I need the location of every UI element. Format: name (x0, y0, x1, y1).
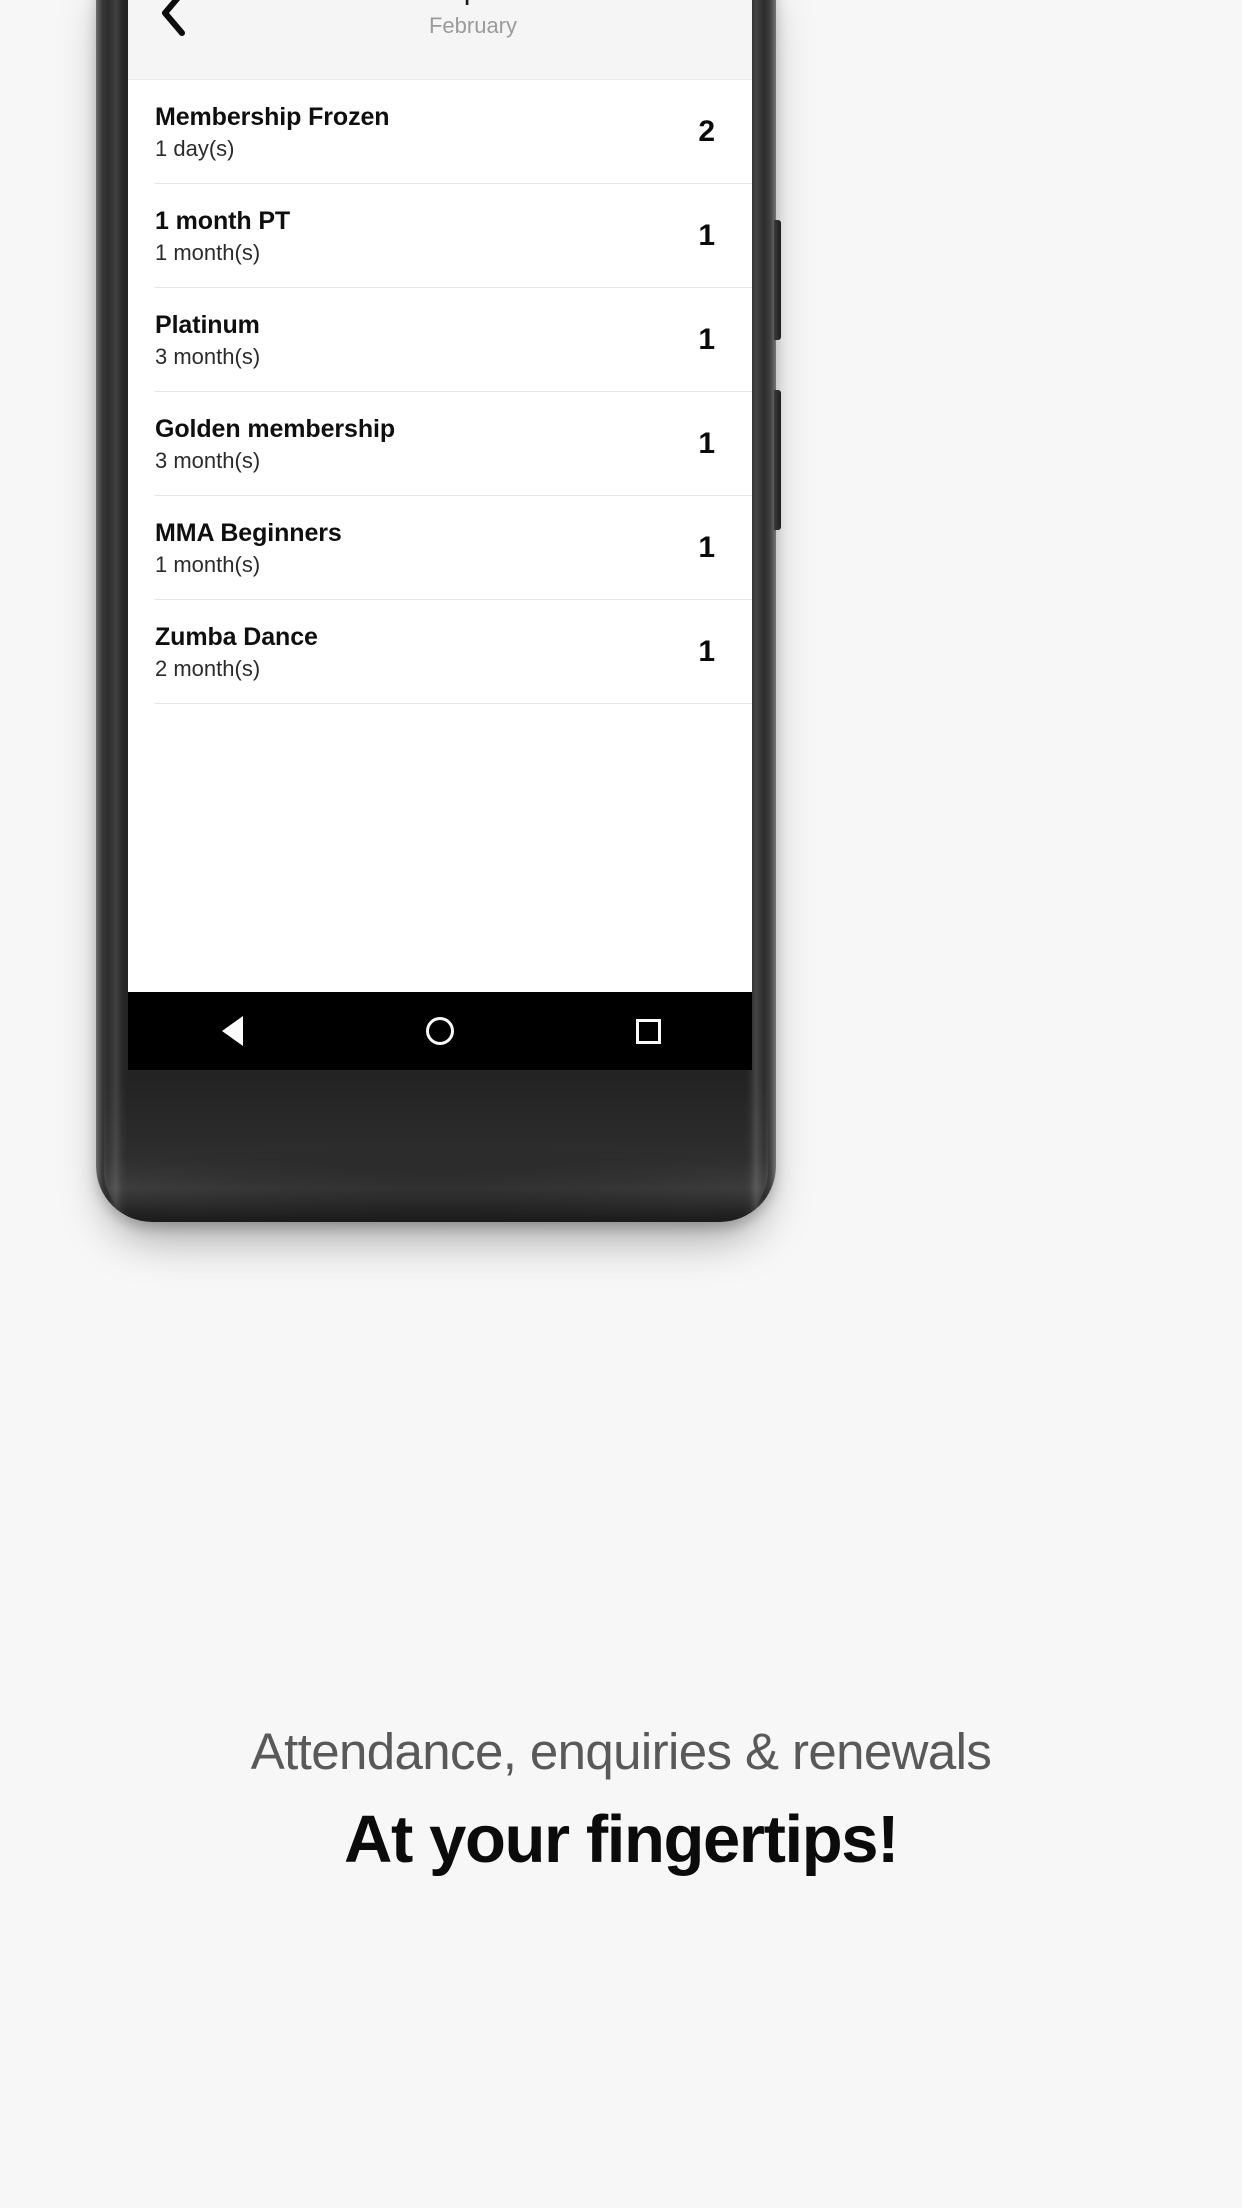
membership-count: 1 (698, 427, 715, 460)
row-text: Platinum 3 month(s) (155, 310, 260, 371)
tagline-primary: Attendance, enquiries & renewals (250, 1723, 992, 1780)
row-text: Golden membership 3 month(s) (155, 414, 395, 475)
header-titles: Memberships Renewed February (214, 0, 732, 41)
table-row[interactable]: Golden membership 3 month(s) 1 (128, 392, 752, 496)
power-button[interactable] (774, 390, 781, 530)
back-button[interactable] (140, 0, 206, 48)
membership-name: 1 month PT (155, 206, 291, 235)
page-subtitle: February (428, 13, 518, 38)
square-recents-icon (635, 1018, 661, 1044)
membership-name: Golden membership (155, 414, 396, 443)
membership-duration: 1 day(s) (155, 135, 235, 161)
membership-duration: 1 month(s) (155, 239, 261, 265)
membership-duration: 1 month(s) (155, 551, 261, 577)
circle-home-icon (426, 1017, 454, 1045)
membership-duration: 2 month(s) (155, 655, 261, 681)
membership-duration: 3 month(s) (155, 447, 261, 473)
membership-count: 1 (698, 323, 715, 356)
table-row[interactable]: 1 month PT 1 month(s) 1 (128, 184, 752, 288)
tagline-secondary: At your fingertips! (343, 1802, 899, 1877)
phone-drop-shadow (120, 1160, 760, 1220)
memberships-list: Membership Frozen 1 day(s) 2 1 month PT … (128, 80, 752, 704)
membership-name: Platinum (155, 310, 260, 339)
android-nav-bar (128, 992, 752, 1070)
membership-name: MMA Beginners (155, 518, 342, 547)
triangle-back-icon (221, 1016, 243, 1046)
row-text: MMA Beginners 1 month(s) (155, 518, 342, 579)
membership-duration: 3 month(s) (155, 343, 261, 369)
membership-count: 2 (698, 115, 715, 148)
nav-recents-button[interactable] (603, 992, 693, 1070)
volume-button[interactable] (774, 220, 781, 340)
phone-mockup: Memberships Renewed February Membership … (96, 0, 781, 1222)
phone-screen: Memberships Renewed February Membership … (128, 0, 752, 1070)
membership-count: 1 (698, 531, 715, 564)
membership-count: 1 (698, 635, 715, 668)
page-title: Memberships Renewed (214, 0, 732, 10)
membership-name: Zumba Dance (155, 622, 318, 651)
row-text: 1 month PT 1 month(s) (155, 206, 290, 267)
membership-count: 1 (698, 219, 715, 252)
chevron-left-icon (160, 0, 186, 36)
nav-home-button[interactable] (395, 992, 485, 1070)
app-header: Memberships Renewed February (128, 0, 752, 80)
table-row[interactable]: Platinum 3 month(s) 1 (128, 288, 752, 392)
membership-name: Membership Frozen (155, 102, 390, 131)
row-text: Membership Frozen 1 day(s) (155, 102, 390, 163)
screenshot-canvas: Memberships Renewed February Membership … (0, 0, 1242, 2208)
table-row[interactable]: Membership Frozen 1 day(s) 2 (128, 80, 752, 184)
nav-back-button[interactable] (187, 992, 277, 1070)
table-row[interactable]: MMA Beginners 1 month(s) 1 (128, 496, 752, 600)
row-text: Zumba Dance 2 month(s) (155, 622, 318, 683)
table-row[interactable]: Zumba Dance 2 month(s) 1 (128, 600, 752, 704)
marketing-copy: Attendance, enquiries & renewals At your… (0, 1720, 1242, 1882)
